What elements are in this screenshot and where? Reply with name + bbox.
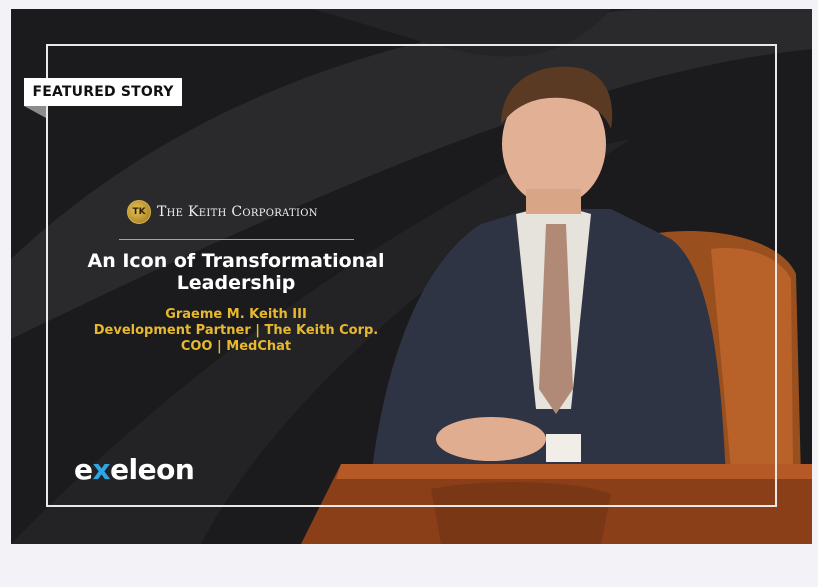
brand-x: x: [92, 453, 111, 486]
seal-icon: TK: [127, 200, 151, 224]
brand-prefix: e: [74, 453, 93, 486]
exeleon-logo: exeleon: [74, 453, 195, 486]
brand-suffix: eleon: [110, 453, 195, 486]
featured-story-banner: FEATURED STORY TK The Keith Corporation …: [11, 9, 812, 544]
featured-story-ribbon: FEATURED STORY: [24, 78, 182, 106]
subject-name: Graeme M. Keith III: [165, 307, 307, 322]
subject-role-1: Development Partner | The Keith Corp.: [93, 323, 379, 338]
company-logo: TK The Keith Corporation: [127, 199, 347, 225]
divider: [119, 239, 354, 240]
headline: An Icon of Transformational Leadership: [71, 250, 401, 294]
headline-line-1: An Icon of Transformational: [87, 250, 385, 272]
headline-line-2: Leadership: [176, 272, 296, 294]
subject-details: Graeme M. Keith III Development Partner …: [71, 307, 401, 355]
ribbon-fold: [24, 106, 46, 118]
company-name: The Keith Corporation: [157, 204, 318, 220]
subject-role-2: COO | MedChat: [180, 339, 292, 354]
